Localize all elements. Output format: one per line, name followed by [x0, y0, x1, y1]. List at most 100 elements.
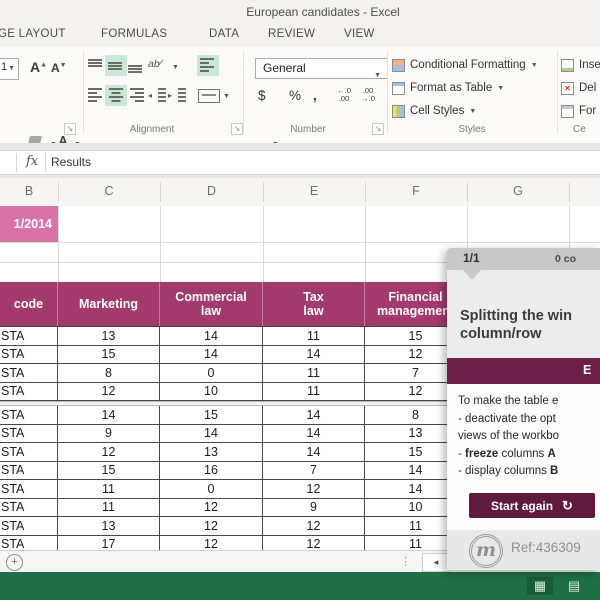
normal-view-icon[interactable]: ▦	[527, 577, 553, 595]
score-cell[interactable]: 11	[263, 364, 365, 383]
format-as-table-button[interactable]: Format as Table ▼	[392, 79, 504, 97]
candidate-code-cell[interactable]: STA	[0, 498, 58, 517]
score-cell[interactable]: 12	[263, 480, 365, 499]
score-cell[interactable]: 9	[263, 498, 365, 517]
candidate-code-cell[interactable]: STA	[0, 364, 58, 383]
insert-function-icon[interactable]: fx	[26, 154, 38, 169]
tab-age-layout[interactable]: AGE LAYOUT	[0, 28, 66, 40]
column-header-G[interactable]: G	[467, 184, 569, 198]
decrease-indent-icon[interactable]: ◂	[148, 88, 166, 103]
score-cell[interactable]: 12	[160, 498, 263, 517]
currency-format-button[interactable]: $	[258, 88, 266, 103]
new-sheet-button[interactable]: +	[6, 554, 23, 571]
tab-data[interactable]: DATA	[209, 28, 239, 40]
align-left-icon[interactable]	[88, 88, 104, 103]
tab-resize-dots-icon[interactable]: ⋮	[400, 555, 411, 568]
score-cell[interactable]: 14	[263, 345, 365, 364]
decrease-decimal-button[interactable]: .00 →.0	[357, 87, 379, 103]
score-cell[interactable]: 12	[58, 382, 160, 401]
align-right-icon[interactable]	[128, 88, 144, 103]
table-header-marketing[interactable]: Marketing	[58, 282, 160, 326]
chevron-down-icon[interactable]: ▼	[223, 93, 230, 100]
column-header-D[interactable]: D	[160, 184, 263, 198]
score-cell[interactable]: 13	[58, 327, 160, 346]
score-cell[interactable]: 15	[160, 406, 263, 425]
scroll-left-button[interactable]: ◂	[422, 553, 450, 572]
table-header-commercial-law[interactable]: Commercial law	[160, 282, 263, 326]
decrease-font-size-button[interactable]: A▼	[51, 61, 67, 75]
align-bottom-icon[interactable]	[128, 58, 144, 73]
column-header-B[interactable]: B	[0, 184, 58, 198]
candidate-code-cell[interactable]: STA	[0, 517, 58, 536]
cell-styles-button[interactable]: Cell Styles ▼	[392, 102, 476, 120]
score-cell[interactable]: 9	[58, 424, 160, 443]
tab-view[interactable]: VIEW	[344, 28, 375, 40]
table-header-tax-law[interactable]: Tax law	[263, 282, 365, 326]
candidate-code-cell[interactable]: STA	[0, 424, 58, 443]
score-cell[interactable]: 13	[160, 443, 263, 462]
dialog-launcher-icon[interactable]: ↘	[231, 123, 243, 135]
column-header-E[interactable]: E	[263, 184, 365, 198]
wrap-text-icon[interactable]	[198, 56, 218, 75]
align-top-icon[interactable]	[88, 58, 104, 73]
candidate-code-cell[interactable]: STA	[0, 406, 58, 425]
score-cell[interactable]: 11	[58, 480, 160, 499]
score-cell[interactable]: 11	[263, 327, 365, 346]
score-cell[interactable]: 15	[58, 345, 160, 364]
increase-decimal-button[interactable]: ←.0.00	[333, 87, 355, 103]
score-cell[interactable]: 7	[263, 461, 365, 480]
candidate-code-cell[interactable]: STA	[0, 480, 58, 499]
score-cell[interactable]: 14	[160, 327, 263, 346]
page-layout-view-icon[interactable]: ▤	[561, 577, 587, 595]
increase-font-size-button[interactable]: A▲	[30, 59, 47, 75]
score-cell[interactable]: 14	[58, 406, 160, 425]
score-cell[interactable]: 16	[160, 461, 263, 480]
column-header-C[interactable]: C	[58, 184, 160, 198]
score-cell[interactable]: 0	[160, 364, 263, 383]
score-cell[interactable]: 12	[160, 535, 263, 550]
align-middle-icon[interactable]	[106, 56, 126, 75]
candidate-code-cell[interactable]: STA	[0, 535, 58, 550]
merge-center-button[interactable]	[198, 89, 220, 103]
date-cell[interactable]: 1/2014	[0, 206, 58, 242]
score-cell[interactable]: 12	[58, 443, 160, 462]
delete-cells-button[interactable]: ✕ Del	[561, 79, 596, 97]
column-header-F[interactable]: F	[365, 184, 467, 198]
table-header-code[interactable]: code	[0, 282, 58, 326]
score-cell[interactable]: 14	[263, 443, 365, 462]
conditional-formatting-button[interactable]: Conditional Formatting ▼	[392, 56, 538, 74]
dialog-launcher-icon[interactable]: ↘	[64, 123, 76, 135]
score-cell[interactable]: 14	[263, 424, 365, 443]
score-cell[interactable]: 11	[58, 498, 160, 517]
dialog-launcher-icon[interactable]: ↘	[372, 123, 384, 135]
candidate-code-cell[interactable]: STA	[0, 327, 58, 346]
percent-format-button[interactable]: %	[289, 88, 301, 103]
score-cell[interactable]: 0	[160, 480, 263, 499]
format-cells-button[interactable]: For	[561, 102, 596, 120]
increase-indent-icon[interactable]: ▸	[168, 88, 186, 103]
chevron-down-icon[interactable]: ▼	[172, 64, 179, 71]
score-cell[interactable]: 11	[263, 382, 365, 401]
candidate-code-cell[interactable]: STA	[0, 443, 58, 462]
number-format-combo[interactable]: General ▼	[255, 58, 388, 79]
tab-review[interactable]: REVIEW	[268, 28, 315, 40]
chevron-down-icon[interactable]: ▼	[8, 65, 15, 72]
font-size-combo[interactable]: 1 ▼	[0, 58, 19, 80]
score-cell[interactable]: 12	[263, 517, 365, 536]
start-again-button[interactable]: Start again ↻	[469, 493, 595, 518]
score-cell[interactable]: 10	[160, 382, 263, 401]
score-cell[interactable]: 8	[58, 364, 160, 383]
score-cell[interactable]: 15	[58, 461, 160, 480]
score-cell[interactable]: 14	[160, 345, 263, 364]
orientation-button[interactable]: ab∕	[148, 58, 161, 70]
candidate-code-cell[interactable]: STA	[0, 345, 58, 364]
candidate-code-cell[interactable]: STA	[0, 461, 58, 480]
insert-cells-button[interactable]: Inse	[561, 56, 600, 74]
score-cell[interactable]: 12	[263, 535, 365, 550]
score-cell[interactable]: 13	[58, 517, 160, 536]
score-cell[interactable]: 14	[263, 406, 365, 425]
score-cell[interactable]: 14	[160, 424, 263, 443]
comma-format-button[interactable]: ,	[313, 88, 317, 103]
candidate-code-cell[interactable]: STA	[0, 382, 58, 401]
score-cell[interactable]: 12	[160, 517, 263, 536]
